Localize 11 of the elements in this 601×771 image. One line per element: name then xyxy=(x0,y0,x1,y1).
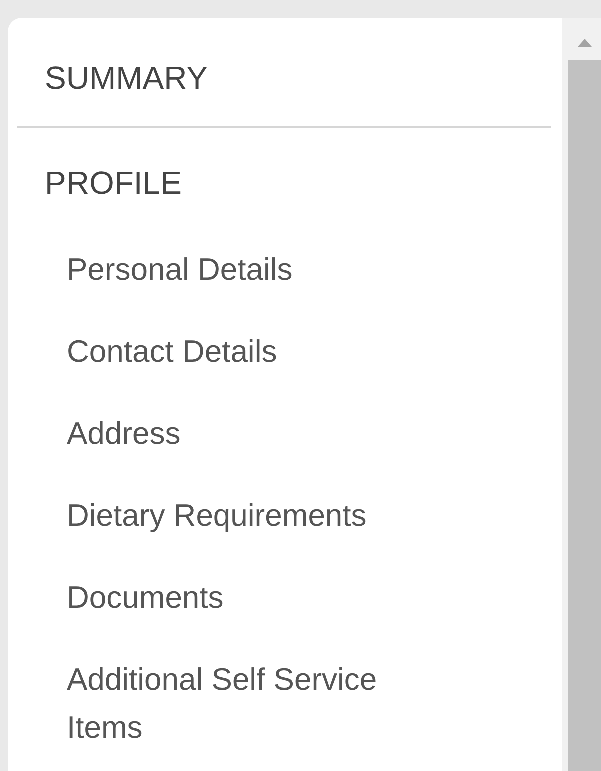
nav-item[interactable]: Personal Details xyxy=(8,246,427,294)
nav-item[interactable]: Contact Details xyxy=(8,328,427,376)
scrollbar-thumb[interactable] xyxy=(568,60,601,771)
nav-item[interactable]: Address xyxy=(8,410,427,458)
nav-item[interactable]: Additional Self Service Items xyxy=(8,656,427,752)
nav-item[interactable]: Dietary Requirements xyxy=(8,492,427,540)
section-heading[interactable]: PROFILE xyxy=(8,128,562,246)
nav-item[interactable]: Documents xyxy=(8,574,427,622)
scroll-up-icon[interactable] xyxy=(578,39,592,47)
scrollbar[interactable] xyxy=(562,18,601,771)
section-heading[interactable]: SUMMARY xyxy=(8,18,562,126)
